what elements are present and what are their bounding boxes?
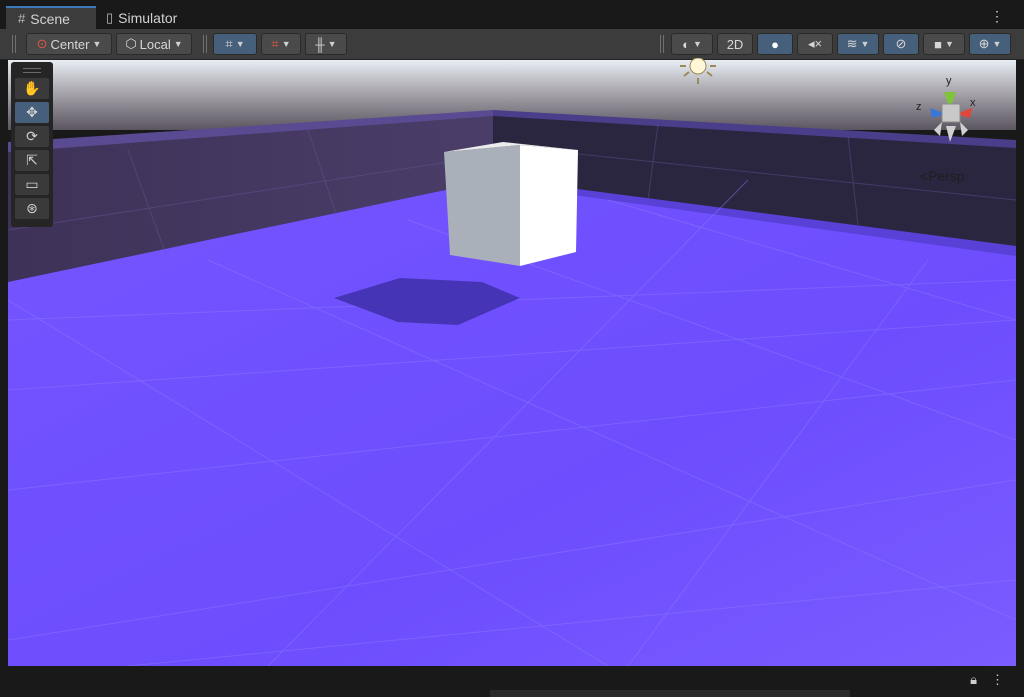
tab-bar: # Scene ▯ Simulator ⋮ bbox=[0, 0, 1024, 29]
gizmo-neg-x[interactable] bbox=[934, 122, 942, 136]
lightbulb-icon: ● bbox=[771, 36, 779, 52]
gizmo-center-cube[interactable] bbox=[941, 103, 961, 123]
toolbar-grip[interactable] bbox=[660, 35, 664, 53]
chevron-down-icon: ▼ bbox=[235, 39, 245, 49]
scene-toolbar: ⊙ Center ▼ ⬡ Local ▼ ⌗ ▼ ⌗ ▼ ╫ ▼ ◐ ▼ 2D … bbox=[0, 29, 1024, 60]
lock-icon[interactable]: 🔒︎ bbox=[970, 672, 977, 688]
scene-render[interactable] bbox=[8, 60, 1016, 666]
2d-label: 2D bbox=[726, 36, 744, 52]
toolbar-grip[interactable] bbox=[203, 35, 207, 53]
chevron-down-icon: ▼ bbox=[92, 39, 102, 49]
camera-icon: ■ bbox=[934, 36, 942, 52]
toolbar-grip[interactable] bbox=[12, 35, 16, 53]
gizmo-globe-icon: ⊕ bbox=[978, 36, 990, 51]
transform-icon: ⊛ bbox=[26, 200, 38, 216]
grid-hash-icon: # bbox=[18, 11, 26, 26]
gizmo-x-label: x bbox=[970, 97, 976, 109]
shaded-sphere-icon: ◐ bbox=[682, 36, 690, 52]
perspective-icon: < bbox=[920, 168, 929, 184]
tab-scene[interactable]: # Scene bbox=[6, 6, 96, 29]
scene-viewport[interactable] bbox=[8, 60, 1016, 666]
2d-mode-toggle[interactable]: 2D bbox=[717, 33, 753, 55]
gizmos-dropdown[interactable]: ⊕ ▼ bbox=[969, 33, 1011, 55]
pivot-rotation-dropdown[interactable]: ⬡ Local ▼ bbox=[116, 33, 192, 55]
increment-snap-button[interactable]: ⌗ ▼ bbox=[261, 33, 301, 55]
tab-simulator[interactable]: ▯ Simulator bbox=[106, 6, 177, 29]
transform-tool-button[interactable]: ⊛ bbox=[15, 198, 49, 219]
audio-toggle[interactable]: ◂× bbox=[797, 33, 833, 55]
tools-overlay: ✋ ✥ ⟳ ⇱ ▭ ⊛ bbox=[11, 62, 53, 227]
effects-dropdown[interactable]: ≋ ▼ bbox=[837, 33, 879, 55]
speaker-muted-icon: ◂× bbox=[807, 36, 823, 51]
lighting-toggle[interactable]: ● bbox=[757, 33, 793, 55]
chevron-down-icon: ▼ bbox=[992, 39, 1002, 49]
pivot-center-icon: ⊙ bbox=[36, 36, 48, 51]
move-arrows-icon: ✥ bbox=[26, 104, 38, 120]
overlay-drag-handle[interactable] bbox=[23, 68, 41, 73]
space-label: Local bbox=[139, 36, 171, 52]
rotate-icon: ⟳ bbox=[26, 128, 38, 144]
cube-right-face bbox=[520, 145, 578, 266]
gizmo-y-label: y bbox=[946, 75, 952, 87]
gizmo-neg-y[interactable] bbox=[946, 126, 956, 142]
directional-light-icon[interactable] bbox=[678, 58, 718, 88]
scale-tool-button[interactable]: ⇱ bbox=[15, 150, 49, 171]
tab-simulator-label: Simulator bbox=[118, 9, 178, 26]
chevron-down-icon: ▼ bbox=[860, 39, 870, 49]
grid-visibility-button[interactable]: ╫ ▼ bbox=[305, 33, 347, 55]
projection-label: Persp bbox=[928, 168, 965, 184]
chevron-down-icon: ▼ bbox=[327, 39, 337, 49]
cube-left-face bbox=[444, 145, 520, 266]
chevron-down-icon: ▼ bbox=[944, 39, 954, 49]
gizmo-neg-z[interactable] bbox=[960, 122, 968, 136]
rect-transform-icon: ▭ bbox=[25, 176, 39, 192]
pivot-position-dropdown[interactable]: ⊙ Center ▼ bbox=[26, 33, 112, 55]
rect-tool-button[interactable]: ▭ bbox=[15, 174, 49, 195]
scene-visibility-toggle[interactable]: ⊘ bbox=[883, 33, 919, 55]
device-icon: ▯ bbox=[106, 9, 114, 25]
camera-dropdown[interactable]: ■ ▼ bbox=[923, 33, 965, 55]
draw-mode-dropdown[interactable]: ◐ ▼ bbox=[671, 33, 713, 55]
grid-snap-toggle[interactable]: ⌗ ▼ bbox=[213, 33, 257, 55]
snap-increment-icon: ⌗ bbox=[271, 36, 279, 51]
chevron-down-icon: ▼ bbox=[173, 39, 183, 49]
layers-icon: ≋ bbox=[846, 36, 858, 51]
ruler-icon: ╫ bbox=[315, 36, 325, 52]
gizmo-z-label: z bbox=[916, 101, 922, 113]
rotate-tool-button[interactable]: ⟳ bbox=[15, 126, 49, 147]
orientation-gizmo[interactable]: y x z bbox=[910, 70, 995, 155]
hand-icon: ✋ bbox=[23, 80, 41, 96]
scale-icon: ⇱ bbox=[26, 152, 38, 168]
chevron-down-icon: ▼ bbox=[692, 39, 702, 49]
eye-slash-icon: ⊘ bbox=[895, 36, 907, 51]
more-options-icon[interactable]: ⋮ bbox=[990, 8, 1004, 25]
pivot-label: Center bbox=[50, 36, 90, 52]
more-options-icon[interactable]: ⋮ bbox=[991, 672, 1004, 688]
projection-toggle[interactable]: <Persp bbox=[920, 168, 965, 184]
tab-scene-label: Scene bbox=[30, 10, 70, 27]
horizontal-scrollbar[interactable] bbox=[490, 690, 850, 697]
hand-tool-button[interactable]: ✋ bbox=[15, 78, 49, 99]
move-tool-button[interactable]: ✥ bbox=[15, 102, 49, 123]
grid-snap-icon: ⌗ bbox=[225, 36, 233, 51]
cube-outline-icon: ⬡ bbox=[125, 36, 137, 51]
chevron-down-icon: ▼ bbox=[281, 39, 291, 49]
